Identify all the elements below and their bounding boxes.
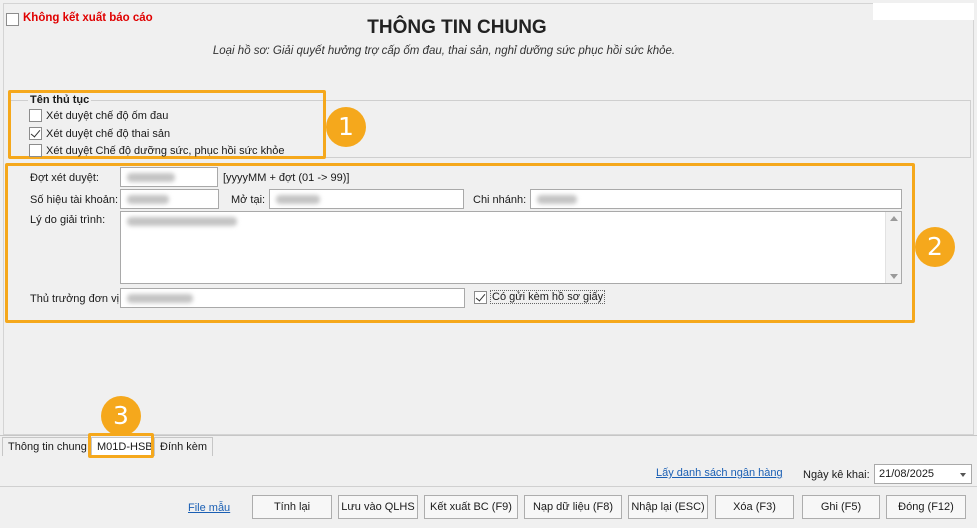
scroll-up-icon[interactable] xyxy=(890,216,898,221)
branch-input[interactable] xyxy=(530,189,902,209)
declaration-date-label: Ngày kê khai: xyxy=(803,469,870,481)
procedure-group-title: Tên thủ tục xyxy=(28,94,92,106)
sample-file-link[interactable]: File mẫu xyxy=(188,502,230,514)
load-data-button[interactable]: Nạp dữ liệu (F8) xyxy=(524,495,622,519)
badge-2: 2 xyxy=(915,227,955,267)
branch-label: Chi nhánh: xyxy=(473,194,527,206)
document-type-subtitle: Loại hồ sơ: Giải quyết hưởng trợ cấp ốm … xyxy=(212,45,676,57)
paper-docs-checkbox[interactable] xyxy=(474,290,487,304)
paper-docs-label: Có gửi kèm hồ sơ giấy xyxy=(490,290,606,304)
close-button[interactable]: Đóng (F12) xyxy=(886,495,966,519)
declaration-date-value: 21/08/2025 xyxy=(879,468,935,480)
account-label: Số hiệu tài khoản: xyxy=(30,194,119,206)
export-report-button[interactable]: Kết xuất BC (F9) xyxy=(424,495,518,519)
tab-general-info[interactable]: Thông tin chung xyxy=(2,437,93,456)
save-to-records-button[interactable]: Lưu vào QLHS xyxy=(338,495,418,519)
chevron-down-icon[interactable] xyxy=(960,473,966,477)
head-input[interactable] xyxy=(120,288,465,308)
page-title: THÔNG TIN CHUNG xyxy=(367,17,547,38)
account-input[interactable] xyxy=(120,189,219,209)
badge-3: 3 xyxy=(101,396,141,436)
highlight-box-3 xyxy=(88,433,154,458)
opened-at-input[interactable] xyxy=(269,189,464,209)
batch-label: Đợt xét duyệt: xyxy=(30,172,99,184)
badge-1: 1 xyxy=(326,107,366,147)
procedure-item-sick[interactable]: Xét duyệt chế độ ốm đau xyxy=(29,109,168,122)
procedure-maternity-checkbox[interactable] xyxy=(29,127,42,140)
tab-attachments[interactable]: Đính kèm xyxy=(154,437,214,456)
batch-input[interactable] xyxy=(120,167,218,187)
opened-at-label: Mở tại: xyxy=(231,194,266,206)
reason-scrollbar[interactable] xyxy=(885,212,901,283)
declaration-date-select[interactable]: 21/08/2025 xyxy=(874,464,972,484)
footer-divider xyxy=(0,486,977,487)
bank-list-link[interactable]: Lấy danh sách ngân hàng xyxy=(656,467,783,479)
procedure-sick-label: Xét duyệt chế độ ốm đau xyxy=(46,109,169,122)
procedure-recovery-checkbox[interactable] xyxy=(29,144,42,157)
procedure-maternity-label: Xét duyệt chế độ thai sản xyxy=(46,127,171,140)
batch-hint: [yyyyMM + đợt (01 -> 99)] xyxy=(223,172,350,184)
paper-docs-option[interactable]: Có gửi kèm hồ sơ giấy xyxy=(474,290,606,304)
recalculate-button[interactable]: Tính lại xyxy=(252,495,332,519)
procedure-item-recovery[interactable]: Xét duyệt Chế độ dưỡng sức, phục hồi sức… xyxy=(29,144,284,157)
reason-textarea[interactable] xyxy=(120,211,902,284)
head-label: Thủ trưởng đơn vị: xyxy=(30,293,123,305)
delete-button[interactable]: Xóa (F3) xyxy=(715,495,794,519)
procedure-item-maternity[interactable]: Xét duyệt chế độ thai sản xyxy=(29,127,170,140)
reenter-button[interactable]: Nhập lại (ESC) xyxy=(628,495,708,519)
scroll-down-icon[interactable] xyxy=(890,274,898,279)
procedure-recovery-label: Xét duyệt Chế độ dưỡng sức, phục hồi sức… xyxy=(46,144,285,157)
reason-label: Lý do giải trình: xyxy=(30,214,106,226)
save-button[interactable]: Ghi (F5) xyxy=(802,495,880,519)
procedure-sick-checkbox[interactable] xyxy=(29,109,42,122)
